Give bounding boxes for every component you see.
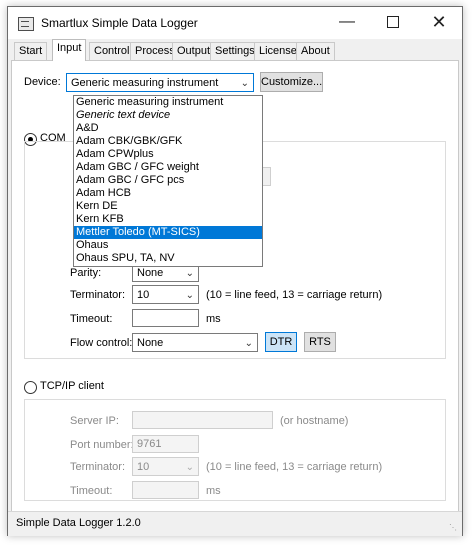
flow-control-select[interactable]: None ⌄ xyxy=(132,333,258,352)
chevron-down-icon: ⌄ xyxy=(240,78,249,89)
terminator-value: 10 xyxy=(137,289,150,301)
port-number-label: Port number: xyxy=(70,439,134,451)
tcp-radio-label[interactable]: TCP/IP client xyxy=(40,380,104,392)
resize-grip-icon[interactable]: ⋱ xyxy=(449,523,459,533)
status-text: Simple Data Logger 1.2.0 xyxy=(16,517,141,529)
device-option[interactable]: Adam CPWplus xyxy=(74,148,262,161)
title-bar: Smartlux Simple Data Logger — ✕ xyxy=(8,7,462,39)
terminator-hint: (10 = line feed, 13 = carriage return) xyxy=(206,289,383,301)
server-ip-label: Server IP: xyxy=(70,415,119,427)
tcp-timeout-label: Timeout: xyxy=(70,485,113,497)
tab-about[interactable]: About xyxy=(296,42,335,60)
app-icon xyxy=(18,17,34,31)
tcp-terminator-hint: (10 = line feed, 13 = carriage return) xyxy=(206,461,383,473)
app-window: Smartlux Simple Data Logger — ✕ Start In… xyxy=(7,6,463,536)
flow-control-label: Flow control: xyxy=(70,337,133,349)
tab-output[interactable]: Output xyxy=(172,42,216,60)
tab-license[interactable]: License xyxy=(254,42,302,60)
server-ip-hint: (or hostname) xyxy=(280,415,349,427)
minimize-icon: — xyxy=(339,13,355,30)
port-number-input[interactable]: 9761 xyxy=(132,435,199,453)
device-option[interactable]: Kern KFB xyxy=(74,213,262,226)
dtr-toggle[interactable]: DTR xyxy=(265,332,297,352)
device-option[interactable]: Adam GBC / GFC weight xyxy=(74,161,262,174)
device-option[interactable]: Generic text device xyxy=(74,109,262,122)
chevron-down-icon: ⌄ xyxy=(185,290,194,301)
tcp-terminator-select[interactable]: 10 ⌄ xyxy=(132,457,199,476)
device-option[interactable]: Generic measuring instrument xyxy=(74,96,262,109)
tcp-timeout-unit: ms xyxy=(206,485,221,497)
tcp-radio[interactable] xyxy=(24,381,37,394)
maximize-icon xyxy=(387,15,399,28)
flow-control-value: None xyxy=(137,337,164,349)
device-option[interactable]: Adam HCB xyxy=(74,187,262,200)
timeout-unit: ms xyxy=(206,313,221,325)
device-option[interactable]: A&D xyxy=(74,122,262,135)
timeout-label: Timeout: xyxy=(70,313,113,325)
chevron-down-icon: ⌄ xyxy=(185,462,194,473)
close-button[interactable]: ✕ xyxy=(416,7,462,39)
tcp-terminator-value: 10 xyxy=(137,461,150,473)
rts-toggle[interactable]: RTS xyxy=(304,332,336,352)
chevron-down-icon: ⌄ xyxy=(244,338,253,349)
maximize-button[interactable] xyxy=(370,7,416,39)
tab-strip: Start Input Control Process Output Setti… xyxy=(8,39,462,61)
device-dropdown-list: Generic measuring instrument Generic tex… xyxy=(73,95,263,267)
tcp-timeout-input[interactable] xyxy=(132,481,199,499)
device-label: Device: xyxy=(24,76,61,88)
device-option[interactable]: Ohaus xyxy=(74,239,262,252)
tcp-terminator-label: Terminator: xyxy=(70,461,126,473)
parity-label: Parity: xyxy=(70,267,102,279)
device-option[interactable]: Ohaus SPU, TA, NV xyxy=(74,252,262,265)
parity-value: None xyxy=(137,267,164,279)
device-select[interactable]: Generic measuring instrument ⌄ xyxy=(66,73,254,92)
tab-control[interactable]: Control xyxy=(89,42,135,60)
status-bar: Simple Data Logger 1.2.0 ⋱ xyxy=(8,511,462,536)
server-ip-input[interactable] xyxy=(132,411,273,429)
close-icon: ✕ xyxy=(431,12,447,32)
terminator-select[interactable]: 10 ⌄ xyxy=(132,285,199,304)
terminator-label: Terminator: xyxy=(70,289,126,301)
device-option[interactable]: Adam GBC / GFC pcs xyxy=(74,174,262,187)
device-selected-value: Generic measuring instrument xyxy=(71,77,219,89)
tab-settings[interactable]: Settings xyxy=(210,42,260,60)
device-option[interactable]: Adam CBK/GBK/GFK xyxy=(74,135,262,148)
window-title: Smartlux Simple Data Logger xyxy=(41,16,198,30)
tab-start[interactable]: Start xyxy=(14,42,48,60)
timeout-input[interactable] xyxy=(132,309,199,327)
device-option-highlighted[interactable]: Mettler Toledo (MT-SICS) xyxy=(74,226,262,239)
device-option[interactable]: Kern DE xyxy=(74,200,262,213)
customize-button[interactable]: Customize... xyxy=(260,72,323,92)
tab-input[interactable]: Input xyxy=(52,39,87,61)
minimize-button[interactable]: — xyxy=(324,7,370,39)
